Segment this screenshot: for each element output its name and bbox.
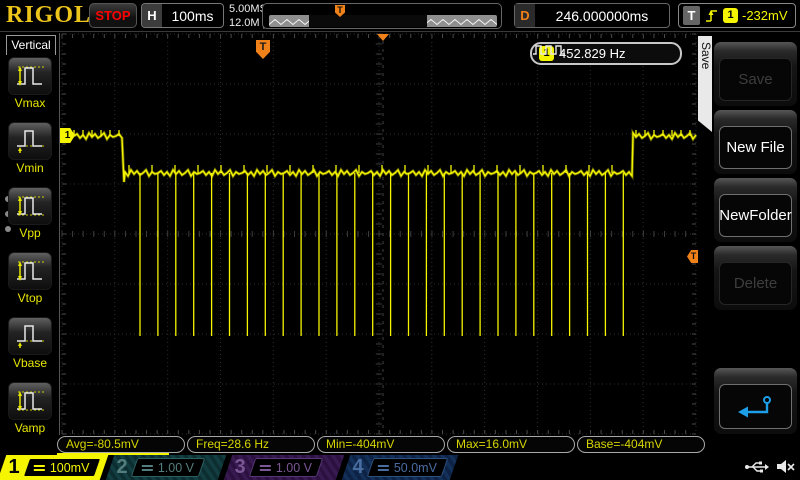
delay-value: 246.000000ms: [535, 8, 669, 24]
waveform-display-area[interactable]: 1 T 1 452.829 Hz T: [60, 33, 698, 435]
square-wave-icon: [532, 44, 566, 56]
return-button-block: [714, 368, 797, 434]
vtop-label: Vtop: [0, 291, 60, 305]
trigger-source-badge: 1: [723, 8, 738, 23]
trigger-level-value: -232mV: [742, 8, 788, 23]
measurement-base: Base=-404mV: [577, 436, 705, 453]
oscilloscope-screen: RIGOL STOP H 100ms 5.00MSa/s 12.0M pts T…: [0, 0, 800, 480]
return-button[interactable]: [719, 384, 792, 429]
new-folder-button-block: NewFolder: [714, 178, 797, 242]
vmin-label: Vmin: [0, 161, 60, 175]
vpp-measure-icon: [14, 192, 46, 220]
overview-window: [309, 15, 427, 27]
vmax-button[interactable]: [8, 57, 52, 95]
measurement-max: Max=16.0mV: [447, 436, 575, 453]
channel-1-number: 1: [2, 456, 26, 479]
return-arrow-icon: [736, 395, 776, 419]
channel-3-status[interactable]: 3 1.00 V: [224, 455, 345, 480]
vbase-measure-icon: [14, 322, 46, 350]
dc-coupling-icon: [34, 465, 45, 471]
vpp-label: Vpp: [0, 226, 60, 240]
horizontal-icon: H: [142, 4, 162, 27]
overview-memory-bar: [269, 15, 497, 27]
channel-3-scale: 1.00 V: [276, 461, 312, 475]
measure-category-title: Vertical: [6, 35, 56, 55]
channel-2-status[interactable]: 2 1.00 V: [106, 455, 227, 480]
measurement-results-bar: Avg=-80.5mV Freq=28.6 Hz Min=-404mV Max=…: [0, 435, 800, 455]
menu-tab-label: Save: [699, 42, 713, 69]
vamp-measure-icon: [14, 387, 46, 415]
vmin-button[interactable]: [8, 122, 52, 160]
measurement-min: Min=-404mV: [317, 436, 445, 453]
vbase-label: Vbase: [0, 356, 60, 370]
run-stop-status[interactable]: STOP: [89, 3, 137, 28]
timebase-value: 100ms: [162, 8, 223, 24]
save-button[interactable]: Save: [719, 58, 792, 101]
menu-tab: Save: [698, 36, 712, 132]
vtop-button[interactable]: [8, 252, 52, 290]
usb-icon: [744, 459, 770, 475]
vtop-measure-icon: [14, 257, 46, 285]
delay-box[interactable]: D 246.000000ms: [514, 3, 670, 28]
vpp-button[interactable]: [8, 187, 52, 225]
horizontal-timebase-box[interactable]: H 100ms: [141, 3, 224, 28]
channel-3-number: 3: [228, 456, 252, 479]
vbase-button[interactable]: [8, 317, 52, 355]
channel-2-scale: 1.00 V: [158, 461, 194, 475]
vmax-label: Vmax: [0, 96, 60, 110]
top-status-bar: RIGOL STOP H 100ms 5.00MSa/s 12.0M pts T…: [0, 0, 800, 32]
new-file-button[interactable]: New File: [719, 126, 792, 169]
frequency-value: 452.829 Hz: [559, 46, 626, 61]
new-file-button-block: New File: [714, 110, 797, 174]
trigger-icon-label: T: [683, 6, 700, 25]
delete-button-block: Delete: [714, 246, 797, 310]
delete-button[interactable]: Delete: [719, 262, 792, 305]
delay-icon: D: [515, 4, 535, 27]
channel-1-status[interactable]: 1 100mV: [0, 455, 108, 480]
channel-1-scale: 100mV: [50, 461, 90, 475]
channel-status-bar: 1 100mV 2 1.00 V 3 1.00 V: [0, 455, 800, 480]
rigol-logo: RIGOL: [6, 2, 91, 29]
edge-trigger-icon: [704, 7, 719, 25]
channel-4-number: 4: [346, 456, 370, 479]
system-icons: [744, 458, 795, 475]
vamp-label: Vamp: [0, 421, 60, 435]
vmax-measure-icon: [14, 62, 46, 90]
vmin-measure-icon: [14, 127, 46, 155]
dc-coupling-icon: [142, 465, 153, 471]
waveform-overview-strip[interactable]: T: [262, 3, 502, 29]
frequency-counter: 1 452.829 Hz: [530, 42, 682, 65]
new-folder-button[interactable]: NewFolder: [719, 194, 792, 237]
save-menu-sidebar: Save Save New File NewFolder Delete: [698, 32, 800, 454]
channel-4-status[interactable]: 4 50.0mV: [342, 455, 459, 480]
measure-sidebar: Vertical Vmax Vmin: [0, 33, 60, 454]
measurement-avg: Avg=-80.5mV: [57, 436, 185, 453]
channel-4-scale: 50.0mV: [394, 461, 437, 475]
waveform-svg: [60, 33, 698, 435]
vamp-button[interactable]: [8, 382, 52, 420]
save-button-block: Save: [714, 42, 797, 106]
speaker-muted-icon: [776, 458, 795, 475]
trigger-info-box[interactable]: T 1 -232mV: [678, 3, 796, 28]
measurement-freq: Freq=28.6 Hz: [187, 436, 315, 453]
dc-coupling-icon: [260, 465, 271, 471]
trigger-position-icon: [377, 34, 389, 41]
channel-2-number: 2: [110, 456, 134, 479]
dc-coupling-icon: [378, 465, 389, 471]
